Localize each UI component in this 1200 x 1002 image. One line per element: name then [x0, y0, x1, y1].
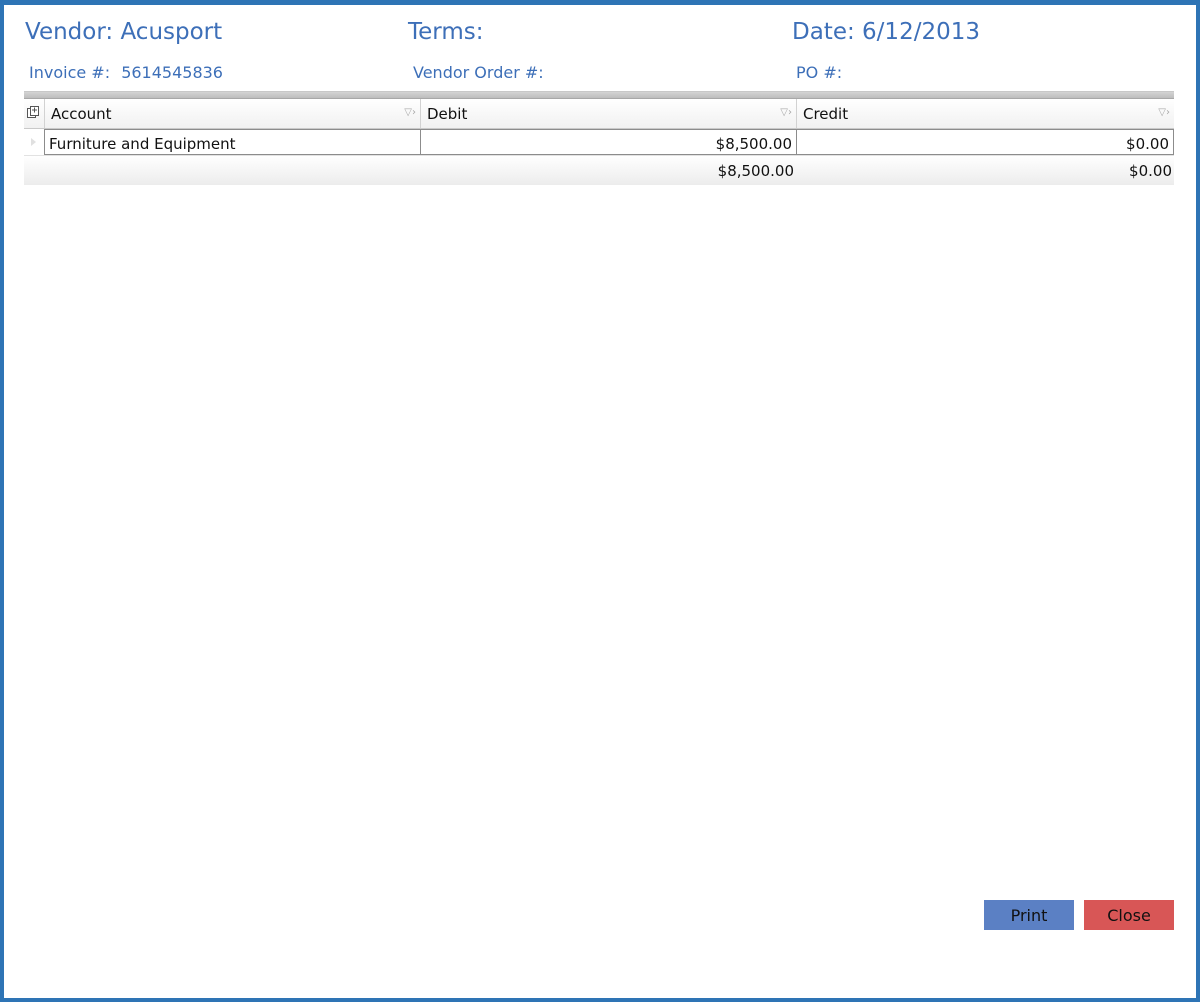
gl-entries-grid: Account ▽› Debit ▽› Credit ▽› Furniture …	[24, 91, 1174, 185]
vendor-order-number: Vendor Order #:	[413, 63, 550, 82]
filter-icon[interactable]: ▽›	[780, 108, 792, 118]
row-indicator-arrow-icon	[31, 138, 36, 146]
filter-icon[interactable]: ▽›	[1158, 108, 1170, 118]
column-header-credit[interactable]: Credit ▽›	[797, 99, 1174, 128]
column-header-label: Debit	[427, 105, 468, 123]
column-header-debit[interactable]: Debit ▽›	[421, 99, 797, 128]
total-credit: $0.00	[1129, 162, 1172, 180]
vendor-header: Vendor: Acusport	[25, 19, 222, 45]
cell-credit[interactable]: $0.00	[796, 129, 1174, 155]
column-header-account[interactable]: Account ▽›	[45, 99, 421, 128]
po-number: PO #:	[796, 63, 848, 82]
table-row[interactable]: Furniture and Equipment $8,500.00 $0.00	[24, 129, 1174, 156]
filter-icon[interactable]: ▽›	[404, 108, 416, 118]
total-debit: $8,500.00	[717, 162, 794, 180]
vendor-order-label: Vendor Order #:	[413, 63, 544, 82]
po-label: PO #:	[796, 63, 843, 82]
column-chooser-icon	[27, 106, 39, 118]
invoice-number: Invoice #: 5614545836	[29, 63, 223, 82]
terms-header: Terms:	[408, 19, 483, 45]
vendor-value: Acusport	[120, 19, 223, 45]
vendor-label: Vendor:	[25, 19, 114, 45]
column-chooser-button[interactable]	[24, 99, 45, 128]
column-header-label: Credit	[803, 105, 849, 123]
grid-totals-row: $8,500.00 $0.00	[24, 156, 1174, 185]
invoice-label: Invoice #:	[29, 63, 111, 82]
cell-account[interactable]: Furniture and Equipment	[44, 129, 420, 155]
print-button[interactable]: Print	[984, 900, 1074, 930]
row-indicator[interactable]	[24, 129, 44, 155]
date-header: Date: 6/12/2013	[792, 19, 980, 45]
invoice-detail-window: Vendor: Acusport Terms: Date: 6/12/2013 …	[0, 0, 1200, 1002]
grid-header-row: Account ▽› Debit ▽› Credit ▽›	[24, 99, 1174, 129]
footer-account	[44, 156, 420, 185]
terms-label: Terms:	[408, 19, 484, 45]
grid-group-panel	[24, 91, 1174, 99]
footer-spacer	[24, 156, 44, 185]
invoice-value: 5614545836	[121, 63, 223, 82]
column-header-label: Account	[51, 105, 112, 123]
date-value: 6/12/2013	[862, 19, 980, 45]
date-label: Date:	[792, 19, 855, 45]
cell-debit[interactable]: $8,500.00	[420, 129, 796, 155]
close-button[interactable]: Close	[1084, 900, 1174, 930]
